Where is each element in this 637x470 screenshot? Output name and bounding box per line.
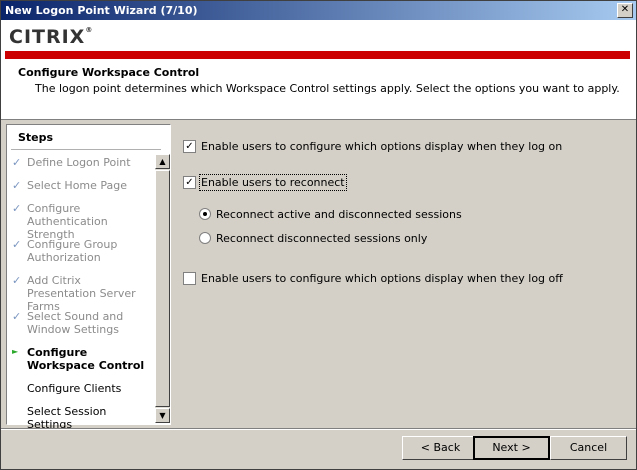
step-check-icon: ✓ xyxy=(12,310,22,323)
back-button[interactable]: < Back xyxy=(402,436,479,460)
window-title: New Logon Point Wizard (7/10) xyxy=(5,4,198,17)
step-sound-window-settings: Select Sound and Window Settings xyxy=(27,310,124,336)
step-configure-authentication-strength: Configure Authentication Strength xyxy=(27,202,108,241)
configure-logon-label[interactable]: Enable users to configure which options … xyxy=(201,140,562,153)
configure-logoff-checkbox[interactable] xyxy=(183,272,196,285)
configure-logoff-label[interactable]: Enable users to configure which options … xyxy=(201,272,563,285)
step-check-icon: ✓ xyxy=(12,274,22,287)
reconnect-checkbox[interactable]: ✓ xyxy=(183,176,196,189)
brand-bar xyxy=(5,51,630,59)
reconnect-active-label[interactable]: Reconnect active and disconnected sessio… xyxy=(216,208,462,221)
step-select-home-page: Select Home Page xyxy=(27,179,128,192)
scroll-up-icon[interactable]: ▲ xyxy=(155,154,170,169)
title-bar[interactable]: New Logon Point Wizard (7/10) ✕ xyxy=(1,1,636,20)
page-title: Configure Workspace Control xyxy=(18,66,200,79)
step-configure-clients: Configure Clients xyxy=(27,382,122,395)
wizard-window: New Logon Point Wizard (7/10) ✕ CITRIX® … xyxy=(0,0,637,470)
reconnect-active-radio[interactable] xyxy=(199,208,211,220)
citrix-logo: CITRIX® xyxy=(9,26,94,48)
current-step-arrow-icon: ► xyxy=(12,347,19,356)
step-configure-workspace-control: Configure Workspace Control xyxy=(27,346,145,372)
step-check-icon: ✓ xyxy=(12,179,22,192)
step-check-icon: ✓ xyxy=(12,238,22,251)
cancel-button[interactable]: Cancel xyxy=(550,436,627,460)
next-button[interactable]: Next > xyxy=(473,436,550,460)
wizard-header: CITRIX® Configure Workspace Control The … xyxy=(1,20,636,120)
scroll-down-icon[interactable]: ▼ xyxy=(155,408,170,423)
reconnect-disconnected-label[interactable]: Reconnect disconnected sessions only xyxy=(216,232,427,245)
reconnect-label[interactable]: Enable users to reconnect xyxy=(199,174,347,191)
scroll-thumb[interactable] xyxy=(155,170,170,407)
step-add-server-farms: Add Citrix Presentation Server Farms xyxy=(27,274,136,313)
steps-divider xyxy=(11,149,161,150)
steps-heading: Steps xyxy=(18,131,54,144)
close-icon[interactable]: ✕ xyxy=(617,3,633,18)
step-configure-group-authorization: Configure Group Authorization xyxy=(27,238,118,264)
configure-logon-checkbox[interactable]: ✓ xyxy=(183,140,196,153)
step-define-logon-point: Define Logon Point xyxy=(27,156,131,169)
reconnect-disconnected-radio[interactable] xyxy=(199,232,211,244)
steps-panel: Steps ✓ Define Logon Point ✓ Select Home… xyxy=(6,124,171,431)
page-description: The logon point determines which Workspa… xyxy=(35,82,620,95)
steps-scrollbar[interactable]: ▲ ▼ xyxy=(155,154,170,423)
footer-separator xyxy=(1,428,636,430)
step-check-icon: ✓ xyxy=(12,202,22,215)
step-check-icon: ✓ xyxy=(12,156,22,169)
